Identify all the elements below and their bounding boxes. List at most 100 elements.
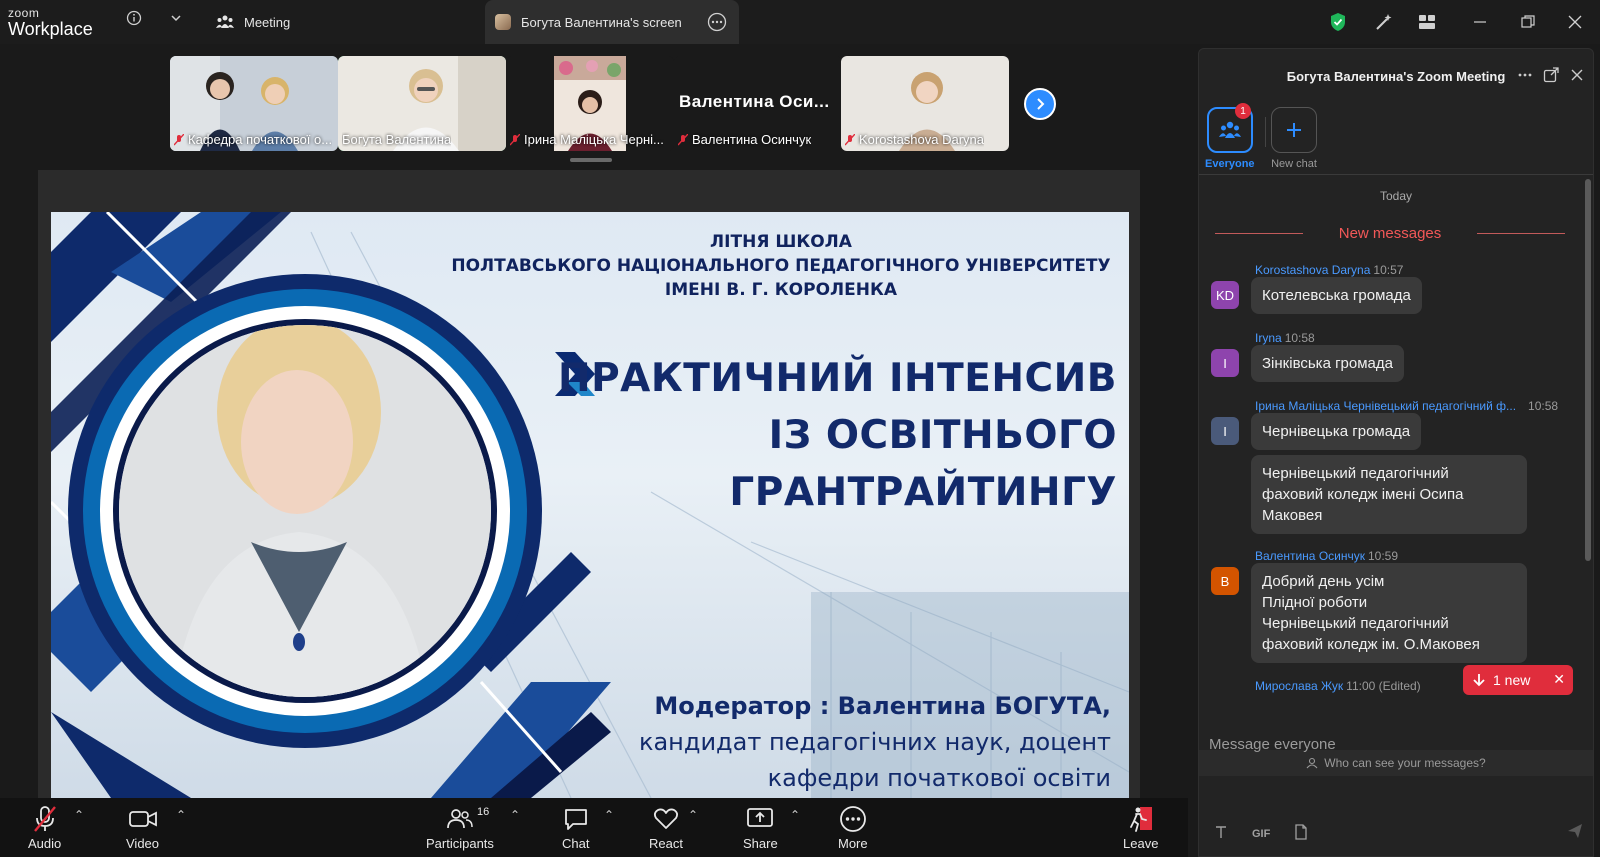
- sender-name[interactable]: Мирослава Жук: [1255, 679, 1343, 693]
- who-can-see-label: Who can see your messages?: [1324, 756, 1486, 770]
- share-label: Share: [743, 836, 778, 851]
- mic-muted-icon: [845, 133, 856, 146]
- message-time: 10:59: [1367, 549, 1399, 563]
- participants-label: Participants: [426, 836, 494, 851]
- jump-to-new-message-button[interactable]: 1 new ✕: [1463, 665, 1573, 695]
- audio-button[interactable]: Audio: [28, 804, 61, 851]
- dismiss-icon[interactable]: ✕: [1553, 671, 1565, 688]
- tab-meeting[interactable]: Meeting: [216, 0, 290, 44]
- message-line: фаховий коледж імені Осипа: [1262, 486, 1464, 503]
- date-separator: Today: [1379, 189, 1413, 203]
- logo-zoom-text: zoom: [8, 6, 40, 20]
- next-page-arrow-button[interactable]: [1024, 88, 1056, 120]
- avatar[interactable]: В: [1211, 567, 1239, 595]
- chevron-down-icon[interactable]: [170, 12, 182, 24]
- video-thumbnail-active-speaker[interactable]: Богута Валентина: [338, 56, 506, 151]
- video-button[interactable]: Video: [126, 804, 159, 851]
- thumbnail-label-text: Ірина Маліцька Черні...: [524, 132, 664, 147]
- leave-button[interactable]: Leave: [1123, 804, 1158, 851]
- video-thumbnail[interactable]: Korostashova Daryna: [841, 56, 1009, 151]
- chat-options-caret-icon[interactable]: ⌃: [604, 808, 614, 822]
- title-bar: zoom Workplace Meeting Богута Валентина'…: [0, 0, 1600, 44]
- participants-group-icon: [216, 14, 234, 30]
- file-icon[interactable]: [1294, 824, 1308, 843]
- meeting-toolbar: Audio ⌃ Video ⌃ Participants 16 ⌃ Chat ⌃…: [0, 798, 1188, 857]
- message-sender: Мирослава Жук 11:00 (Edited): [1255, 679, 1421, 693]
- participants-options-caret-icon[interactable]: ⌃: [510, 808, 520, 822]
- chat-scrollbar[interactable]: [1585, 179, 1591, 561]
- more-dots-icon: [839, 804, 867, 834]
- video-thumbnail[interactable]: Кафедра початкової о...: [170, 56, 338, 151]
- react-options-caret-icon[interactable]: ⌃: [688, 808, 698, 822]
- divider-line: [1477, 233, 1566, 234]
- sender-name[interactable]: Валентина Осинчук: [1255, 549, 1365, 563]
- restore-icon[interactable]: [1516, 10, 1540, 34]
- message-line: Чернівецький педагогічний: [1262, 615, 1449, 632]
- avatar[interactable]: I: [1211, 417, 1239, 445]
- text-format-icon[interactable]: [1214, 825, 1228, 842]
- gif-button[interactable]: GIF: [1252, 828, 1270, 840]
- who-can-see-messages[interactable]: Who can see your messages?: [1199, 750, 1593, 776]
- more-options-icon[interactable]: [707, 12, 727, 32]
- more-button[interactable]: More: [838, 804, 868, 851]
- message-time: 10:57: [1373, 263, 1404, 277]
- message-line: Добрий день усім: [1262, 573, 1385, 590]
- message-input[interactable]: Message everyone: [1209, 736, 1336, 753]
- message-bubble[interactable]: Чернівецька громада: [1251, 413, 1422, 450]
- thumbnail-label-text: Korostashova Daryna: [859, 132, 985, 147]
- message-bubble[interactable]: Котелевська громада: [1251, 277, 1422, 314]
- video-options-caret-icon[interactable]: ⌃: [176, 808, 186, 822]
- close-icon[interactable]: [1563, 10, 1587, 34]
- recipient-label: Everyone: [1205, 158, 1255, 170]
- message-bubble[interactable]: Чернівецький педагогічний фаховий коледж…: [1251, 455, 1527, 534]
- share-screen-icon: [746, 804, 774, 834]
- tab-shared-screen[interactable]: Богута Валентина's screen: [485, 0, 739, 44]
- react-button[interactable]: React: [649, 804, 683, 851]
- video-camera-icon: [128, 804, 157, 834]
- share-options-caret-icon[interactable]: ⌃: [790, 808, 800, 822]
- message-bubble[interactable]: Зінківська громада: [1251, 345, 1404, 382]
- avatar[interactable]: I: [1211, 349, 1239, 377]
- recipient-everyone[interactable]: 1 Everyone: [1205, 103, 1255, 170]
- close-icon[interactable]: [1569, 67, 1585, 86]
- mic-muted-icon: [510, 133, 521, 146]
- sender-name[interactable]: Korostashova Daryna: [1255, 263, 1370, 277]
- message-bubble[interactable]: Добрий день усім Плідної роботи Чернівец…: [1251, 563, 1527, 663]
- more-options-icon[interactable]: [1517, 67, 1533, 86]
- security-shield-icon[interactable]: [1326, 10, 1350, 34]
- avatar[interactable]: KD: [1211, 281, 1239, 309]
- thumbnail-strip-resize-handle[interactable]: [570, 158, 612, 162]
- message-sender: Ірина Маліцька Чернівецький педагогічний…: [1255, 399, 1558, 413]
- participants-count: 16: [477, 806, 490, 818]
- person-icon: [1306, 757, 1318, 769]
- react-label: React: [649, 836, 683, 851]
- one-new-label: 1 new: [1493, 672, 1531, 688]
- logo-workplace-text: Workplace: [8, 19, 93, 39]
- message-line: Плідної роботи: [1262, 594, 1368, 611]
- share-button[interactable]: Share: [743, 804, 778, 851]
- audio-options-caret-icon[interactable]: ⌃: [74, 808, 84, 822]
- message-time: 10:58: [1528, 399, 1559, 413]
- video-thumbnail-video-off[interactable]: Валентина Оси... Валентина Осинчук: [674, 56, 842, 151]
- chat-button[interactable]: Chat: [562, 804, 589, 851]
- message-sender: Валентина Осинчук 10:59: [1255, 549, 1398, 563]
- thumbnail-name-label: Korostashova Daryna: [845, 132, 984, 147]
- chat-input-tools: GIF: [1214, 824, 1308, 843]
- heart-icon: [653, 804, 679, 834]
- slide-title-line: ІЗ ОСВІТНЬОГО: [768, 413, 1117, 458]
- slide-header-line: ЛІТНЯ ШКОЛА: [710, 232, 852, 252]
- info-icon[interactable]: [126, 10, 142, 26]
- pop-out-icon[interactable]: [1543, 67, 1559, 86]
- slide-title: ПРАКТИЧНИЙ ІНТЕНСИВ ІЗ ОСВІТНЬОГО ГРАНТР…: [558, 350, 1117, 521]
- divider-line: [1215, 233, 1303, 234]
- minimize-icon[interactable]: [1468, 10, 1492, 34]
- sender-name[interactable]: Ірина Маліцька Чернівецький педагогічний…: [1255, 399, 1516, 413]
- apps-grid-icon[interactable]: [1415, 10, 1439, 34]
- magic-wand-icon[interactable]: [1372, 10, 1396, 34]
- new-chat-button[interactable]: New chat: [1271, 107, 1317, 170]
- send-icon[interactable]: [1566, 822, 1584, 845]
- thumbnail-label-text: Валентина Осинчук: [692, 132, 812, 147]
- sender-name[interactable]: Iryna: [1255, 331, 1282, 345]
- slide-header-line: ПОЛТАВСЬКОГО НАЦІОНАЛЬНОГО ПЕДАГОГІЧНОГО…: [451, 256, 1111, 276]
- video-thumbnail[interactable]: Ірина Маліцька Черні...: [506, 56, 674, 151]
